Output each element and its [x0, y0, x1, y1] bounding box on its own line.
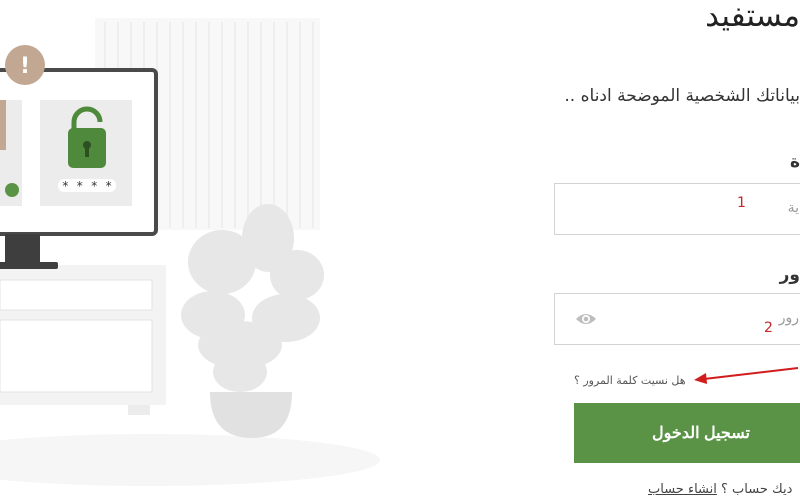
password-mask: * * * *	[62, 179, 113, 193]
alert-icon: !	[5, 45, 45, 85]
page-title: مستفيد	[705, 0, 800, 34]
signup-prompt: ديك حساب ؟	[721, 482, 793, 497]
password-placeholder: رور	[778, 310, 799, 326]
arrow-icon	[694, 367, 799, 384]
create-account-link[interactable]: انشاء حساب	[648, 482, 717, 497]
plant	[181, 204, 324, 438]
forgot-password-link[interactable]: هل نسيت كلمة المرور ؟	[574, 374, 686, 387]
page-subtitle: بياناتك الشخصية الموضحة ادناه ..	[564, 86, 800, 106]
username-field[interactable]: ية	[554, 183, 800, 235]
monitor: * * * *	[0, 68, 158, 269]
annotation-marker-1: 1	[737, 195, 746, 211]
username-label: ة	[789, 152, 800, 172]
desk	[0, 265, 166, 415]
login-button[interactable]: تسجيل الدخول	[574, 403, 800, 463]
password-label: ور	[779, 265, 800, 285]
annotation-marker-2: 2	[764, 320, 773, 336]
signup-line: انشاء حساب ديك حساب ؟	[648, 482, 792, 497]
svg-text:!: !	[20, 54, 30, 79]
eye-icon[interactable]	[575, 311, 597, 327]
floor-shadow	[0, 434, 380, 486]
password-field[interactable]: رور	[554, 293, 800, 345]
username-placeholder: ية	[787, 200, 799, 216]
